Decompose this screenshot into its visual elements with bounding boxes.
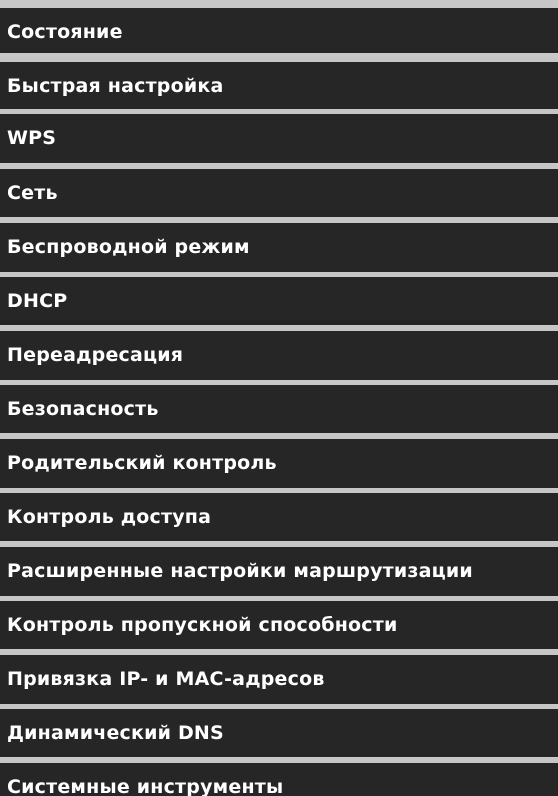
menu-item-wireless[interactable]: Беспроводной режим xyxy=(0,218,558,272)
menu-item-label: Контроль пропускной способности xyxy=(7,614,398,636)
menu-item-label: Быстрая настройка xyxy=(7,75,224,97)
menu-item-wps[interactable]: WPS xyxy=(0,109,558,163)
menu-item-label: Системные инструменты xyxy=(7,776,284,796)
menu-item-system-tools[interactable]: Системные инструменты xyxy=(0,758,558,796)
menu-item-status[interactable]: Состояние xyxy=(0,0,558,53)
menu-item-forwarding[interactable]: Переадресация xyxy=(0,326,558,380)
menu-item-access-control[interactable]: Контроль доступа xyxy=(0,488,558,541)
menu-item-label: Родительский контроль xyxy=(7,452,277,474)
sidebar-menu: Состояние Быстрая настройка WPS Сеть Бес… xyxy=(0,0,558,796)
menu-item-label: Сеть xyxy=(7,182,58,204)
menu-item-network[interactable]: Сеть xyxy=(0,164,558,217)
menu-item-bandwidth-control[interactable]: Контроль пропускной способности xyxy=(0,596,558,649)
menu-item-ip-mac-binding[interactable]: Привязка IP- и MAC-адресов xyxy=(0,650,558,704)
menu-item-label: Состояние xyxy=(7,21,123,43)
menu-item-security[interactable]: Безопасность xyxy=(0,380,558,433)
menu-item-advanced-routing[interactable]: Расширенные настройки маршрутизации xyxy=(0,542,558,596)
menu-item-dhcp[interactable]: DHCP xyxy=(0,272,558,325)
menu-item-label: DHCP xyxy=(7,290,68,312)
menu-item-quick-setup[interactable]: Быстрая настройка xyxy=(0,57,558,109)
menu-item-label: Беспроводной режим xyxy=(7,236,250,258)
menu-item-label: Привязка IP- и MAC-адресов xyxy=(7,668,325,690)
menu-item-label: Контроль доступа xyxy=(7,506,212,528)
menu-item-label: Динамический DNS xyxy=(7,722,224,744)
menu-item-parental-control[interactable]: Родительский контроль xyxy=(0,434,558,488)
menu-item-label: Расширенные настройки маршрутизации xyxy=(7,560,473,582)
menu-item-label: WPS xyxy=(7,127,57,149)
menu-item-label: Переадресация xyxy=(7,344,184,366)
menu-item-label: Безопасность xyxy=(7,398,159,420)
menu-item-dynamic-dns[interactable]: Динамический DNS xyxy=(0,704,558,757)
